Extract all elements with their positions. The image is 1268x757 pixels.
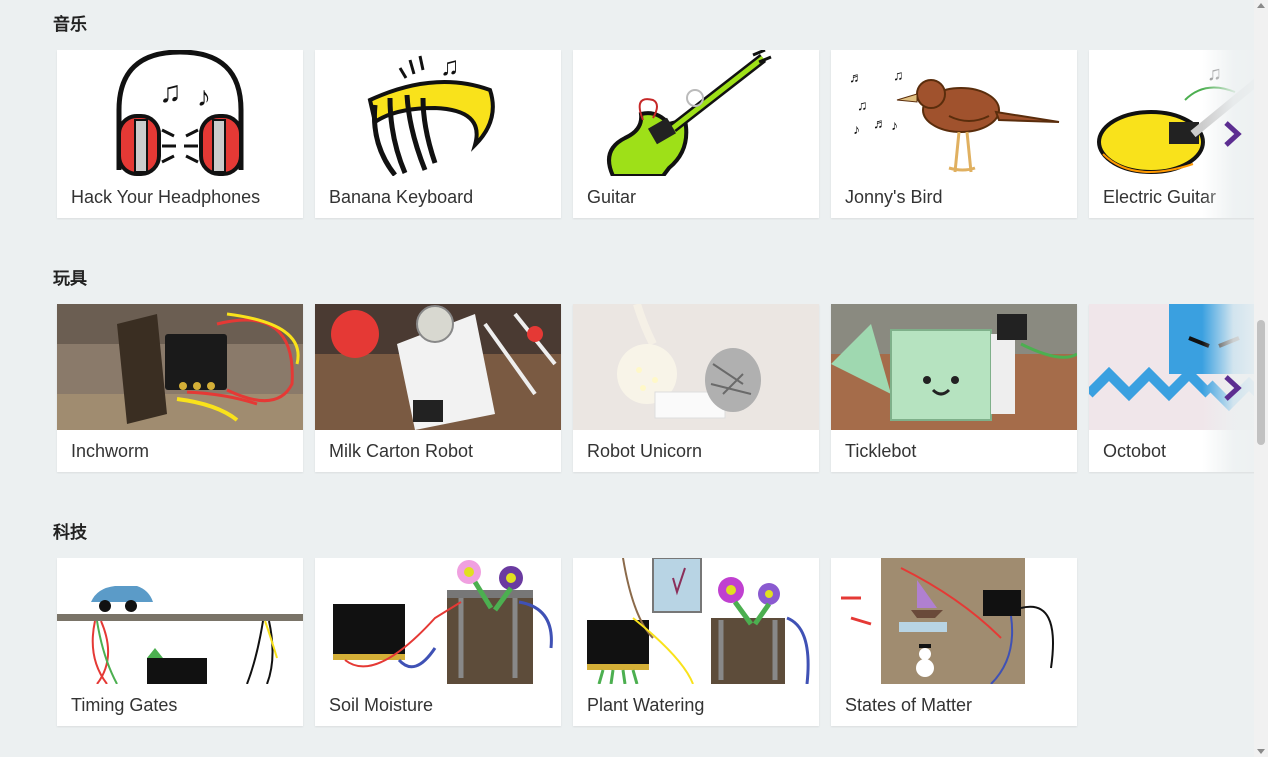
plant-watering-image <box>573 558 819 684</box>
card-inchworm[interactable]: Inchworm <box>57 304 303 472</box>
card-label: Milk Carton Robot <box>329 441 474 461</box>
bird-image: ♬ ♫ ♫ ♪ ♬ ♪ <box>831 50 1077 176</box>
card-label: States of Matter <box>845 695 973 715</box>
page-scrollbar[interactable] <box>1254 0 1268 757</box>
card-label: Banana Keyboard <box>329 187 474 207</box>
section-title: 科技 <box>53 523 87 543</box>
svg-text:♪: ♪ <box>853 121 860 137</box>
card-carousel: ♫ ♪ Hack Your Headphones ♫ Banana Keyboa… <box>0 50 1254 220</box>
card-label: Timing Gates <box>71 695 178 715</box>
card-hack-your-headphones[interactable]: ♫ ♪ Hack Your Headphones <box>57 50 303 218</box>
card-soil-moisture[interactable]: Soil Moisture <box>315 558 561 726</box>
states-of-matter-image <box>831 558 1077 684</box>
section-title: 音乐 <box>53 15 87 35</box>
carousel-next-button[interactable] <box>1202 50 1254 218</box>
carousel-next-button[interactable] <box>1202 304 1254 472</box>
svg-text:♫: ♫ <box>893 67 904 83</box>
card-carousel: Inchworm Milk Carton Robot Robot Unicorn… <box>0 304 1254 474</box>
svg-text:♬: ♬ <box>849 69 863 85</box>
banana-keyboard-image: ♫ <box>315 50 561 176</box>
scrollbar-thumb[interactable] <box>1257 320 1265 445</box>
ticklebot-image <box>831 304 1077 430</box>
svg-text:♪: ♪ <box>891 117 898 133</box>
svg-text:♫: ♫ <box>440 51 460 81</box>
headphones-image: ♫ ♪ <box>57 50 303 176</box>
soil-moisture-image <box>315 558 561 684</box>
scroll-up-icon[interactable] <box>1257 3 1265 8</box>
inchworm-image <box>57 304 303 430</box>
card-label: Ticklebot <box>845 441 917 461</box>
card-label: Soil Moisture <box>329 695 434 715</box>
card-guitar[interactable]: Guitar <box>573 50 819 218</box>
card-states-of-matter[interactable]: States of Matter <box>831 558 1077 726</box>
card-label: Hack Your Headphones <box>71 187 261 207</box>
svg-text:♫: ♫ <box>159 76 182 109</box>
timing-gates-image <box>57 558 303 684</box>
card-robot-unicorn[interactable]: Robot Unicorn <box>573 304 819 472</box>
card-timing-gates[interactable]: Timing Gates <box>57 558 303 726</box>
svg-text:♪: ♪ <box>197 81 211 112</box>
card-label: Guitar <box>587 187 637 207</box>
svg-text:♬: ♬ <box>873 115 887 131</box>
scroll-down-icon[interactable] <box>1257 749 1265 754</box>
card-label: Plant Watering <box>587 695 705 715</box>
robot-unicorn-image <box>573 304 819 430</box>
card-milk-carton-robot[interactable]: Milk Carton Robot <box>315 304 561 472</box>
milk-carton-robot-image <box>315 304 561 430</box>
chevron-right-icon <box>1224 121 1242 147</box>
chevron-right-icon <box>1224 375 1242 401</box>
card-plant-watering[interactable]: Plant Watering <box>573 558 819 726</box>
card-label: Electric Guitar <box>1103 187 1217 207</box>
section-title: 玩具 <box>53 269 87 289</box>
card-label: Octobot <box>1103 441 1167 461</box>
guitar-image <box>573 50 819 176</box>
card-label: Inchworm <box>71 441 150 461</box>
card-label: Robot Unicorn <box>587 441 703 461</box>
card-label: Jonny's Bird <box>845 187 943 207</box>
svg-text:♫: ♫ <box>857 97 868 113</box>
card-banana-keyboard[interactable]: ♫ Banana Keyboard <box>315 50 561 218</box>
card-jonnys-bird[interactable]: ♬ ♫ ♫ ♪ ♬ ♪ Jonny's Bird <box>831 50 1077 218</box>
card-ticklebot[interactable]: Ticklebot <box>831 304 1077 472</box>
card-carousel: Timing Gates Soil Moisture Plant Waterin… <box>0 558 1254 728</box>
